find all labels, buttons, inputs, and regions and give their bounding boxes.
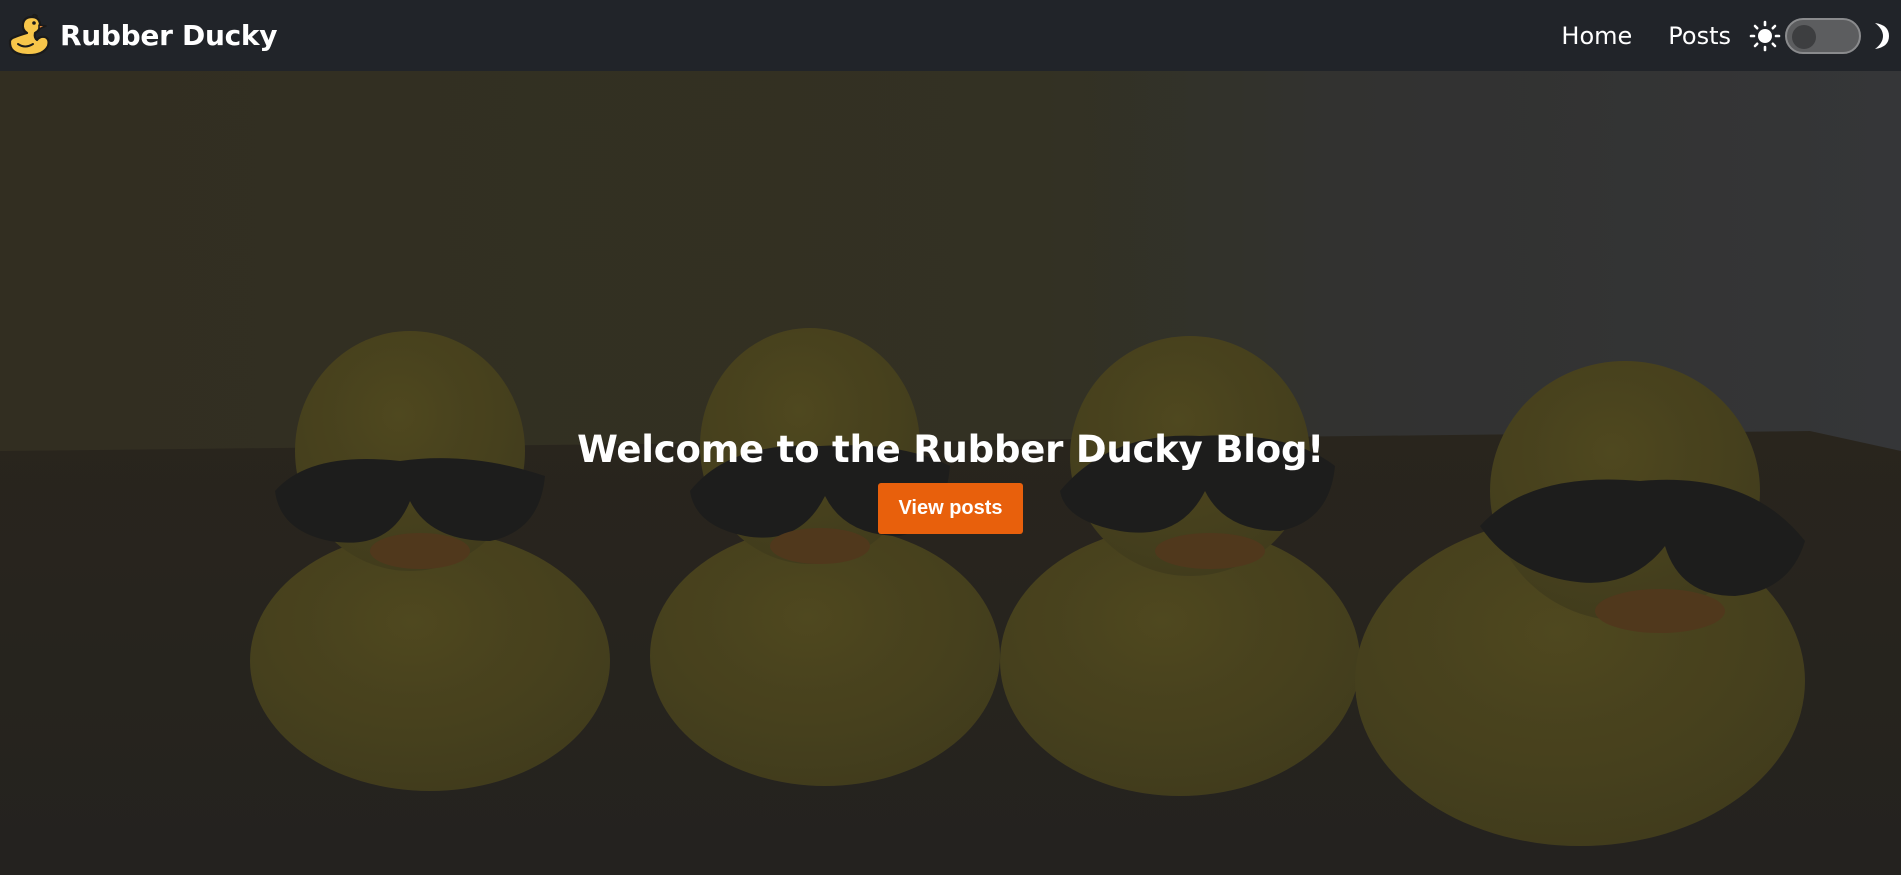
sun-icon [1749, 20, 1781, 51]
theme-toggle[interactable] [1785, 17, 1861, 54]
hero-title: Welcome to the Rubber Ducky Blog! [577, 428, 1324, 471]
navbar: Rubber Ducky Home Posts [0, 0, 1901, 71]
brand-link[interactable]: Rubber Ducky [6, 13, 277, 59]
moon-icon [1875, 22, 1889, 49]
hero-content: Welcome to the Rubber Ducky Blog! View p… [0, 71, 1901, 875]
toggle-knob [1792, 24, 1816, 49]
nav-link-home[interactable]: Home [1561, 22, 1632, 50]
brand-name: Rubber Ducky [60, 19, 278, 52]
nav-link-posts[interactable]: Posts [1668, 22, 1731, 50]
hero-section: Welcome to the Rubber Ducky Blog! View p… [0, 71, 1901, 875]
nav-right: Home Posts [1561, 17, 1891, 54]
view-posts-button[interactable]: View posts [878, 483, 1023, 534]
rubber-duck-icon [8, 13, 50, 56]
